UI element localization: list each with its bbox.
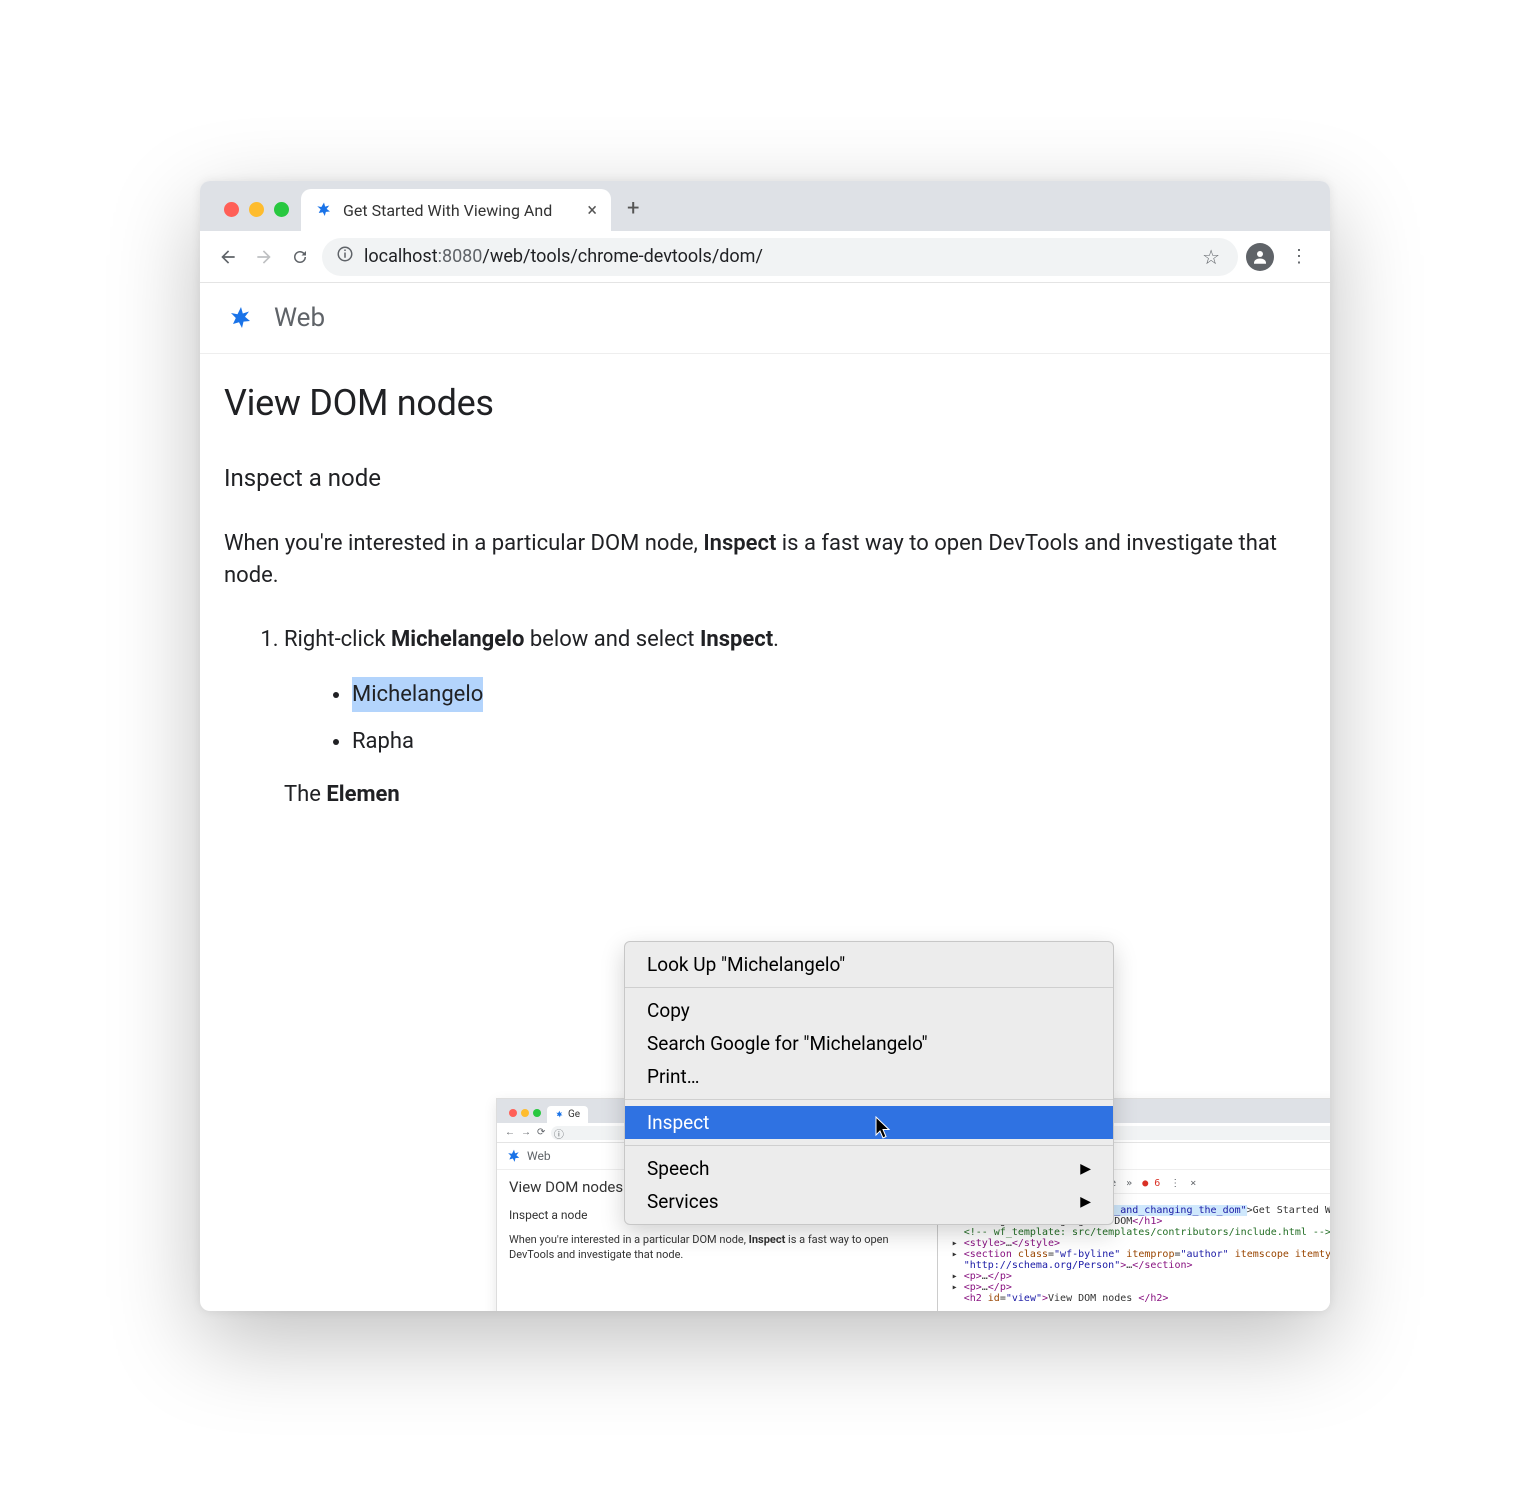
context-menu-separator — [625, 1145, 1113, 1146]
context-menu-separator — [625, 1099, 1113, 1100]
close-window-button[interactable] — [224, 202, 239, 217]
submenu-arrow-icon: ▶ — [1080, 1194, 1091, 1210]
site-logo-asterisk-icon — [224, 301, 258, 335]
minimize-window-button[interactable] — [249, 202, 264, 217]
intro-paragraph: When you're interested in a particular D… — [224, 528, 1306, 592]
browser-toolbar: localhost:8080/web/tools/chrome-devtools… — [200, 231, 1330, 283]
new-tab-button[interactable]: + — [611, 196, 655, 231]
browser-tab[interactable]: Get Started With Viewing And × — [301, 189, 611, 231]
forward-button[interactable] — [250, 243, 278, 271]
site-header: Web — [200, 283, 1330, 354]
names-list: Michelangelo Rapha — [284, 677, 1306, 759]
submenu-arrow-icon: ▶ — [1080, 1161, 1091, 1177]
browser-window: Get Started With Viewing And × + localho… — [200, 181, 1330, 1311]
context-menu-item-speech[interactable]: Speech ▶ — [625, 1152, 1113, 1185]
back-button[interactable] — [214, 243, 242, 271]
devtools-error-badge: ● 6 — [1142, 1178, 1160, 1189]
window-controls — [212, 202, 301, 231]
site-title: Web — [274, 303, 325, 333]
context-menu-item-inspect[interactable]: Inspect — [625, 1106, 1113, 1139]
page-subheading: Inspect a node — [224, 464, 1306, 492]
bookmark-star-icon[interactable]: ☆ — [1202, 245, 1224, 269]
favicon-asterisk-icon — [315, 201, 333, 219]
list-item: Michelangelo — [352, 677, 1306, 712]
context-menu-item-print[interactable]: Print… — [625, 1060, 1113, 1093]
context-menu-item-lookup[interactable]: Look Up "Michelangelo" — [625, 948, 1113, 981]
profile-avatar-icon[interactable] — [1246, 243, 1274, 271]
page-content: View DOM nodes Inspect a node When you'r… — [200, 354, 1330, 857]
step-followup: The Elemen — [284, 777, 1306, 812]
selected-text-michelangelo[interactable]: Michelangelo — [352, 677, 483, 712]
context-menu-item-copy[interactable]: Copy — [625, 994, 1113, 1027]
context-menu-separator — [625, 987, 1113, 988]
tab-close-icon[interactable]: × — [587, 200, 597, 221]
tab-strip: Get Started With Viewing And × + — [200, 181, 1330, 231]
context-menu-item-services[interactable]: Services ▶ — [625, 1185, 1113, 1218]
context-menu-item-search[interactable]: Search Google for "Michelangelo" — [625, 1027, 1113, 1060]
nested-tab: Ge — [547, 1106, 588, 1123]
context-menu: Look Up "Michelangelo" Copy Search Googl… — [624, 941, 1114, 1225]
url-text: localhost:8080/web/tools/chrome-devtools… — [364, 246, 763, 267]
step-1: Right-click Michelangelo below and selec… — [284, 622, 1306, 813]
address-bar[interactable]: localhost:8080/web/tools/chrome-devtools… — [322, 238, 1238, 276]
mouse-cursor-icon — [875, 1116, 893, 1144]
reload-button[interactable] — [286, 243, 314, 271]
tab-title: Get Started With Viewing And — [343, 201, 577, 220]
maximize-window-button[interactable] — [274, 202, 289, 217]
steps-list: Right-click Michelangelo below and selec… — [224, 622, 1306, 813]
nested-window-controls — [503, 1109, 547, 1123]
page-heading: View DOM nodes — [224, 382, 1306, 424]
nested-paragraph: When you're interested in a particular D… — [509, 1232, 925, 1263]
site-info-icon[interactable] — [336, 245, 354, 268]
browser-menu-icon[interactable]: ⋮ — [1282, 246, 1316, 267]
list-item[interactable]: Rapha — [352, 724, 1306, 759]
